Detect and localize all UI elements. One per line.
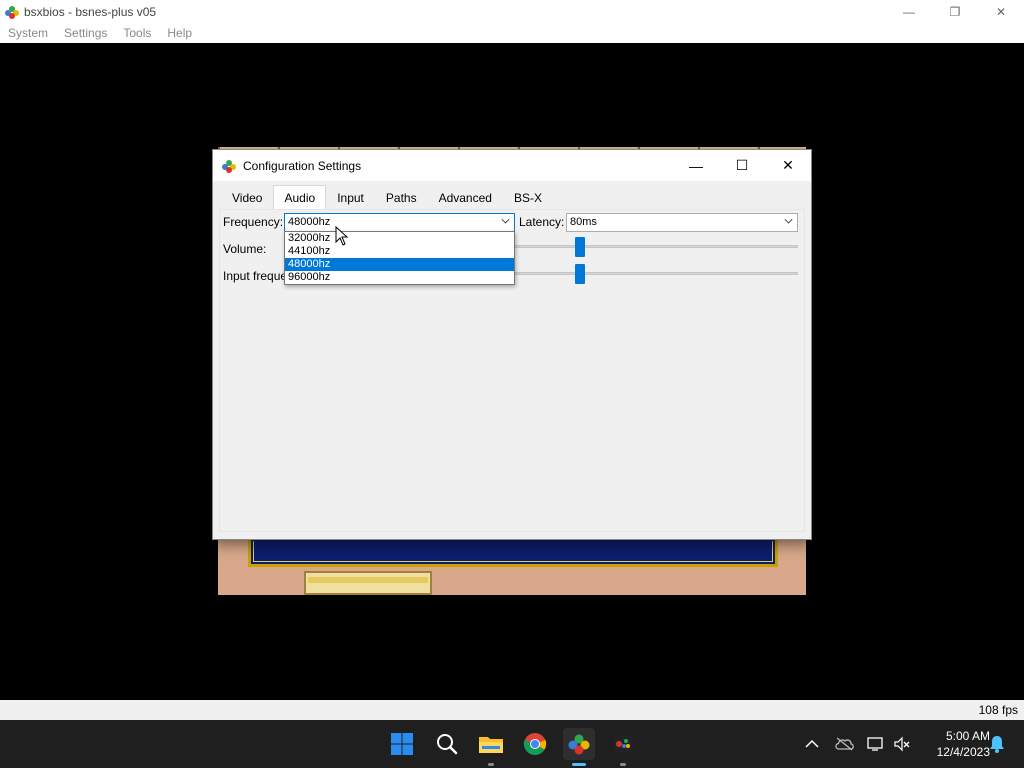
volume-slider-thumb[interactable] xyxy=(575,237,585,257)
menu-help[interactable]: Help xyxy=(159,26,200,40)
dialog-close-button[interactable]: ✕ xyxy=(765,150,811,181)
frequency-dropdown-list: 32000hz 44100hz 48000hz 96000hz xyxy=(284,231,515,285)
frequency-option-44100[interactable]: 44100hz xyxy=(285,245,514,258)
bsnes-dialog-icon xyxy=(221,158,237,174)
dialog-title: Configuration Settings xyxy=(243,158,362,173)
tab-video[interactable]: Video xyxy=(221,185,273,209)
frequency-value: 48000hz xyxy=(288,216,331,228)
dialog-maximize-button[interactable]: ☐ xyxy=(719,150,765,181)
tab-advanced[interactable]: Advanced xyxy=(428,185,503,209)
menu-system[interactable]: System xyxy=(0,26,56,40)
game-yellow-stripe xyxy=(308,577,428,583)
clock-date: 12/4/2023 xyxy=(936,745,990,759)
main-window-title: bsxbios - bsnes-plus v05 xyxy=(24,4,157,19)
mouse-cursor-icon xyxy=(335,225,349,246)
settings-tabs: Video Audio Input Paths Advanced BS-X xyxy=(221,185,553,209)
chevron-down-icon xyxy=(784,215,793,224)
frequency-option-96000[interactable]: 96000hz xyxy=(285,271,514,284)
chrome-icon[interactable] xyxy=(519,728,551,760)
restore-button[interactable]: ❐ xyxy=(932,0,978,23)
tab-input[interactable]: Input xyxy=(326,185,375,209)
latency-select[interactable]: 80ms xyxy=(566,213,798,232)
frequency-option-48000[interactable]: 48000hz xyxy=(285,258,514,271)
input-frequency-label: Input freque xyxy=(223,269,288,283)
start-icon[interactable] xyxy=(386,728,418,760)
tab-paths[interactable]: Paths xyxy=(375,185,428,209)
menu-settings[interactable]: Settings xyxy=(56,26,115,40)
menu-bar: System Settings Tools Help xyxy=(0,23,1024,43)
search-icon[interactable] xyxy=(431,728,463,760)
status-bar: 108 fps xyxy=(0,700,1024,720)
dialog-titlebar[interactable]: Configuration Settings — ☐ ✕ xyxy=(213,150,811,181)
tab-audio[interactable]: Audio xyxy=(273,185,327,209)
configuration-dialog: Configuration Settings — ☐ ✕ Video Audio… xyxy=(212,149,812,540)
game-yellow-box xyxy=(304,571,432,595)
taskbar: 5:00 AM 12/4/2023 xyxy=(0,720,1024,768)
file-explorer-icon[interactable] xyxy=(475,728,507,766)
active-indicator xyxy=(572,763,586,766)
notification-bell-icon[interactable] xyxy=(982,728,1012,760)
frequency-select[interactable]: 48000hz xyxy=(284,213,515,232)
system-clock[interactable]: 5:00 AM 12/4/2023 xyxy=(918,728,990,760)
latency-label: Latency: xyxy=(519,215,565,229)
minimize-button[interactable]: — xyxy=(886,0,932,23)
menu-tools[interactable]: Tools xyxy=(115,26,159,40)
bsnes-icon[interactable] xyxy=(563,728,595,766)
onedrive-icon[interactable] xyxy=(829,728,859,760)
bsnes-app-icon xyxy=(4,4,20,20)
running-indicator xyxy=(620,763,626,766)
volume-muted-icon[interactable] xyxy=(887,728,917,760)
input-frequency-slider-thumb[interactable] xyxy=(575,264,585,284)
game-blue-panel xyxy=(248,539,778,567)
fps-counter: 108 fps xyxy=(978,703,1018,717)
clock-time: 5:00 AM xyxy=(945,729,990,743)
main-titlebar: bsxbios - bsnes-plus v05 — ❐ ✕ xyxy=(0,0,1024,23)
latency-value: 80ms xyxy=(570,216,597,228)
bsnes-secondary-icon[interactable] xyxy=(607,728,639,766)
tab-bsx[interactable]: BS-X xyxy=(503,185,553,209)
show-hidden-icons-icon[interactable] xyxy=(797,728,827,760)
chevron-down-icon xyxy=(501,215,510,224)
frequency-option-32000[interactable]: 32000hz xyxy=(285,232,514,245)
running-indicator xyxy=(488,763,494,766)
close-button[interactable]: ✕ xyxy=(978,0,1024,23)
dialog-minimize-button[interactable]: — xyxy=(673,150,719,181)
frequency-label: Frequency: xyxy=(223,215,284,229)
volume-label: Volume: xyxy=(223,242,267,256)
